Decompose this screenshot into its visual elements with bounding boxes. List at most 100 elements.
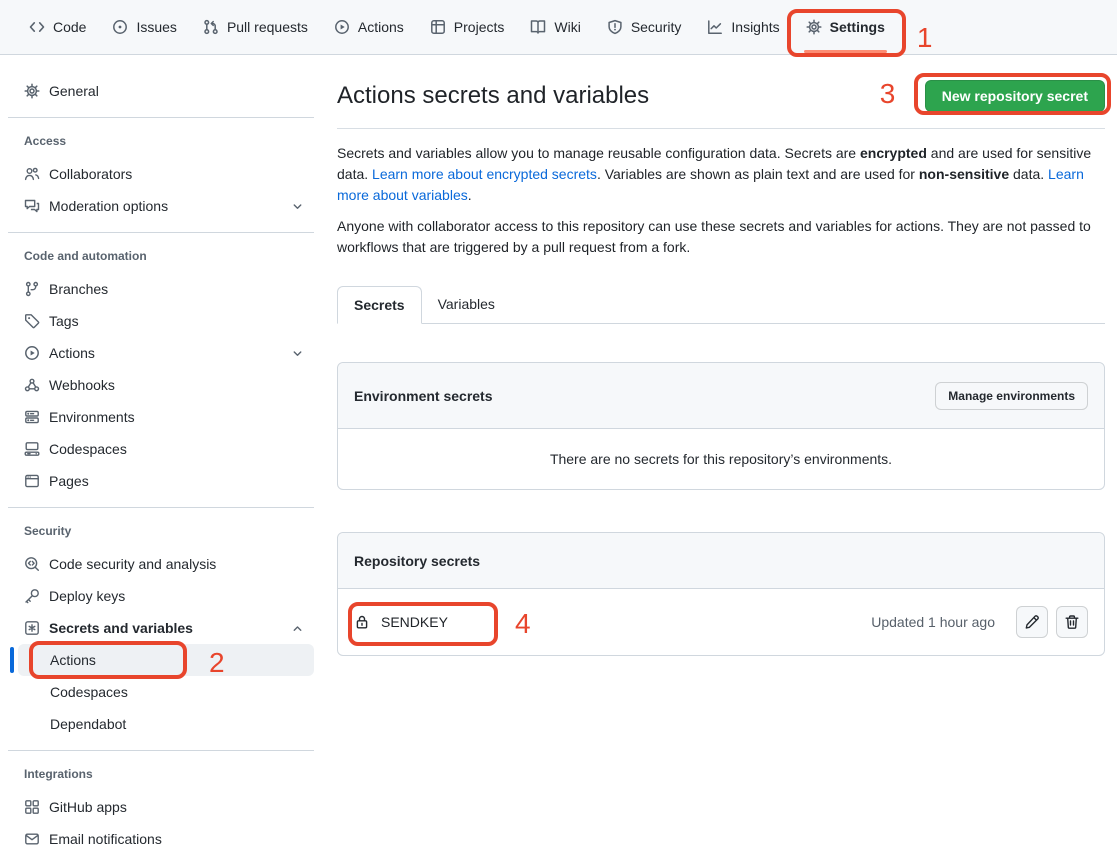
environment-secrets-header: Environment secrets Manage environments	[338, 363, 1104, 429]
secret-row: SENDKEY 4 Updated 1 hour ago	[338, 589, 1104, 655]
environment-secrets-card: Environment secrets Manage environments …	[337, 362, 1105, 490]
secret-name-label: SENDKEY	[381, 614, 448, 630]
tab-secrets[interactable]: Secrets	[337, 286, 422, 324]
repository-secrets-list: SENDKEY 4 Updated 1 hour ago	[338, 589, 1104, 655]
sidebar-item-pages[interactable]: Pages	[0, 465, 322, 497]
nav-item-label: Issues	[136, 19, 176, 35]
annotation-number-1: 1	[917, 24, 933, 52]
sidebar-item-environments[interactable]: Environments	[0, 401, 322, 433]
intro-paragraph: Secrets and variables allow you to manag…	[337, 143, 1105, 206]
sidebar-section-integrations: Integrations	[0, 761, 322, 787]
gear-icon	[24, 83, 40, 99]
sidebar-item-collaborators[interactable]: Collaborators	[0, 158, 322, 190]
edit-secret-button[interactable]	[1016, 606, 1048, 638]
nav-item-wiki[interactable]: Wiki	[519, 0, 591, 54]
sidebar-item-email-notifications[interactable]: Email notifications	[0, 823, 322, 855]
divider	[8, 232, 314, 233]
nav-item-settings[interactable]: Settings1	[795, 0, 896, 54]
delete-secret-button[interactable]	[1056, 606, 1088, 638]
sidebar-item-label: Environments	[49, 409, 135, 425]
webhook-icon	[24, 377, 40, 393]
secret-name: SENDKEY 4	[354, 614, 448, 630]
main-content: Actions secrets and variables New reposi…	[337, 55, 1105, 656]
github-settings-page: CodeIssuesPull requestsActionsProjectsWi…	[0, 0, 1117, 867]
sidebar-item-dependabot[interactable]: Dependabot	[0, 708, 322, 740]
sidebar-item-general[interactable]: General	[0, 75, 322, 107]
sidebar-section-code-and-automation: Code and automation	[0, 243, 322, 269]
sidebar-item-codespaces[interactable]: Codespaces	[0, 433, 322, 465]
settings-sidebar: GeneralAccessCollaboratorsModeration opt…	[0, 55, 322, 855]
sidebar-item-webhooks[interactable]: Webhooks	[0, 369, 322, 401]
sidebar-item-moderation-options[interactable]: Moderation options	[0, 190, 322, 222]
intro-text: .	[468, 187, 472, 203]
sidebar-item-label: Codespaces	[49, 441, 127, 457]
git-branch-icon	[24, 281, 40, 297]
new-repository-secret-label: New repository secret	[942, 88, 1088, 104]
code-icon	[29, 19, 45, 35]
access-note-paragraph: Anyone with collaborator access to this …	[337, 216, 1105, 258]
emphasis-text: encrypted	[860, 145, 927, 161]
new-repository-secret-button[interactable]: New repository secret 3	[925, 80, 1105, 112]
sidebar-item-codespaces[interactable]: Codespaces	[0, 676, 322, 708]
key-asterisk-icon	[24, 620, 40, 636]
sidebar-item-label: Pages	[49, 473, 89, 489]
nav-item-pull-requests[interactable]: Pull requests	[192, 0, 319, 54]
sidebar-item-deploy-keys[interactable]: Deploy keys	[0, 580, 322, 612]
tag-icon	[24, 313, 40, 329]
nav-item-label: Security	[631, 19, 682, 35]
divider	[8, 750, 314, 751]
repository-secrets-card: Repository secrets SENDKEY 4 Updated 1 h…	[337, 532, 1105, 656]
sidebar-item-branches[interactable]: Branches	[0, 273, 322, 305]
play-icon	[24, 345, 40, 361]
nav-item-actions[interactable]: Actions	[323, 0, 415, 54]
server-icon	[24, 409, 40, 425]
chevron-down-icon	[291, 347, 304, 360]
people-icon	[24, 166, 40, 182]
intro-text: data.	[1009, 166, 1048, 182]
sidebar-item-github-apps[interactable]: GitHub apps	[0, 791, 322, 823]
nav-item-label: Insights	[731, 19, 779, 35]
nav-item-insights[interactable]: Insights	[696, 0, 790, 54]
secret-row-actions: Updated 1 hour ago	[871, 606, 1088, 638]
repository-tab-bar: Code Issues Pull requestsActions Projects Wi…	[0, 0, 1117, 55]
sidebar-item-actions[interactable]: Actions2	[18, 644, 314, 676]
sidebar-item-code-security-and-analysis[interactable]: Code security and analysis	[0, 548, 322, 580]
sidebar-item-label: GitHub apps	[49, 799, 127, 815]
divider	[8, 507, 314, 508]
secrets-variables-tabs: SecretsVariables	[337, 286, 1105, 324]
sidebar-section-security: Security	[0, 518, 322, 544]
comment-discussion-icon	[24, 198, 40, 214]
sidebar-item-tags[interactable]: Tags	[0, 305, 322, 337]
graph-icon	[707, 19, 723, 35]
divider	[337, 128, 1105, 129]
sidebar-item-label: Actions	[49, 345, 95, 361]
git-pull-request-icon	[203, 19, 219, 35]
nav-item-issues[interactable]: Issues	[101, 0, 187, 54]
link-learn-more-about-encrypted-secrets[interactable]: Learn more about encrypted secrets	[372, 166, 597, 182]
sidebar-item-label: General	[49, 83, 99, 99]
browser-icon	[24, 473, 40, 489]
sidebar-item-label: Actions	[50, 652, 96, 668]
nav-item-label: Wiki	[554, 19, 580, 35]
nav-item-projects[interactable]: Projects	[419, 0, 516, 54]
manage-environments-button[interactable]: Manage environments	[935, 382, 1088, 410]
sidebar-item-label: Code security and analysis	[49, 556, 216, 572]
chevron-down-icon	[291, 200, 304, 213]
tab-variables[interactable]: Variables	[422, 286, 511, 323]
issue-opened-icon	[112, 19, 128, 35]
annotation-number-3: 3	[880, 80, 896, 108]
mail-icon	[24, 831, 40, 847]
sidebar-item-secrets-and-variables[interactable]: Secrets and variables	[0, 612, 322, 644]
sidebar-item-label: Webhooks	[49, 377, 115, 393]
nav-item-code[interactable]: Code	[18, 0, 97, 54]
sidebar-item-label: Branches	[49, 281, 108, 297]
nav-item-security[interactable]: Security	[596, 0, 693, 54]
sidebar-item-label: Email notifications	[49, 831, 162, 847]
divider	[8, 117, 314, 118]
main-header: Actions secrets and variables New reposi…	[337, 80, 1105, 112]
nav-item-label: Projects	[454, 19, 505, 35]
sidebar-item-actions[interactable]: Actions	[0, 337, 322, 369]
sidebar-item-label: Secrets and variables	[49, 620, 193, 636]
sidebar-item-label: Tags	[49, 313, 79, 329]
codescan-icon	[24, 556, 40, 572]
